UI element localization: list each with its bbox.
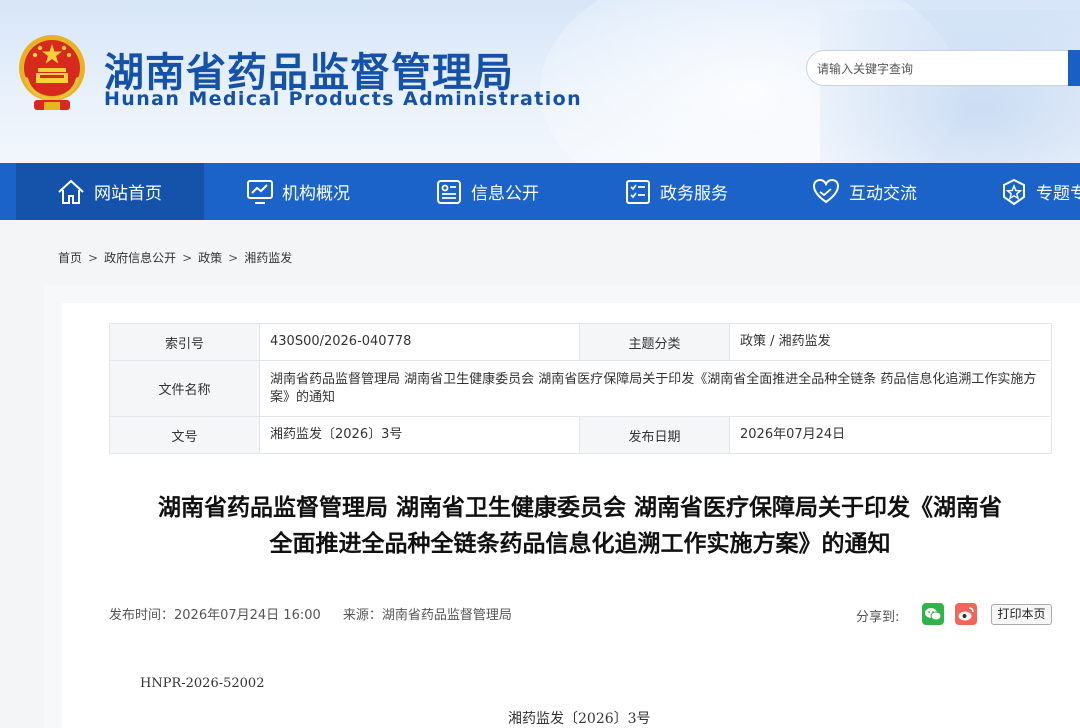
home-icon	[58, 179, 84, 204]
index-value: 430S00/2026-040778	[259, 323, 580, 361]
print-button[interactable]: 打印本页	[991, 604, 1052, 625]
national-emblem-logo	[19, 35, 85, 110]
docno-value: 湘药监发〔2026〕3号	[259, 416, 580, 454]
nav-item-label: 专题专栏	[1036, 184, 1080, 204]
breadcrumb-home[interactable]: 首页	[58, 251, 82, 265]
info-card-icon	[437, 179, 461, 204]
index-label: 索引号	[109, 323, 260, 361]
header-decoration	[820, 10, 1080, 163]
filename-value: 湖南省药品监督管理局 湖南省卫生健康委员会 湖南省医疗保障局关于印发《湖南省全面…	[259, 360, 1052, 417]
date-label: 发布日期	[579, 416, 730, 454]
search-button[interactable]	[1068, 50, 1080, 86]
nav-item-home[interactable]: 网站首页	[16, 163, 204, 220]
nav-item-interaction[interactable]: 互动交流	[811, 163, 917, 220]
nav-item-label: 网站首页	[94, 184, 162, 204]
breadcrumb: 首页 > 政府信息公开 > 政策 > 湘药监发	[58, 249, 292, 266]
topic-value: 政策 / 湘药监发	[729, 323, 1052, 361]
article-title-line: 全面推进全品种全链条药品信息化追溯工作实施方案》的通知	[269, 531, 891, 557]
table-row: 索引号 430S00/2026-040778 主题分类 政策 / 湘药监发	[109, 323, 1052, 361]
site-header: 湖南省药品监督管理局 Hunan Medical Products Admini…	[0, 0, 1080, 163]
breadcrumb-current[interactable]: 湘药监发	[244, 251, 292, 265]
search-box	[806, 50, 1080, 86]
article-title-line: 湖南省药品监督管理局 湖南省卫生健康委员会 湖南省医疗保障局关于印发《湖南省	[157, 495, 1002, 521]
main-nav: 网站首页 机构概况 信息公开 政务服务 互动交流 专题专	[0, 163, 1080, 220]
nav-item-services[interactable]: 政务服务	[624, 163, 728, 220]
site-subtitle: Hunan Medical Products Administration	[104, 88, 582, 110]
nav-item-info[interactable]: 信息公开	[435, 163, 539, 220]
breadcrumb-gov-info[interactable]: 政府信息公开	[104, 251, 176, 265]
date-value: 2026年07月24日	[729, 416, 1052, 454]
weibo-share-button[interactable]	[955, 603, 977, 625]
table-row: 文件名称 湖南省药品监督管理局 湖南省卫生健康委员会 湖南省医疗保障局关于印发《…	[109, 360, 1052, 417]
heart-hands-icon	[812, 178, 840, 203]
share-label: 分享到:	[856, 610, 900, 625]
topic-label: 主题分类	[579, 323, 730, 361]
weibo-icon	[958, 607, 974, 621]
star-badge-icon	[1003, 178, 1025, 205]
monitor-chart-icon	[247, 179, 273, 204]
wechat-share-button[interactable]	[922, 603, 944, 625]
filename-label: 文件名称	[109, 360, 260, 417]
search-input[interactable]	[817, 58, 1072, 80]
nav-item-label: 机构概况	[282, 184, 350, 204]
document-meta-table: 索引号 430S00/2026-040778 主题分类 政策 / 湘药监发 文件…	[109, 323, 1052, 454]
document-code: HNPR-2026-52002	[140, 676, 265, 691]
page: 湖南省药品监督管理局 Hunan Medical Products Admini…	[0, 0, 1080, 728]
checklist-icon	[626, 179, 650, 204]
breadcrumb-separator: >	[182, 251, 193, 265]
nav-item-about[interactable]: 机构概况	[246, 163, 350, 220]
publish-time: 发布时间：2026年07月24日 16:00	[109, 608, 321, 623]
nav-item-label: 互动交流	[849, 184, 917, 204]
docno-label: 文号	[109, 416, 260, 454]
nav-item-label: 信息公开	[471, 184, 539, 204]
breadcrumb-separator: >	[88, 251, 99, 265]
document-number: 湘药监发〔2026〕3号	[508, 711, 651, 727]
article-title: 湖南省药品监督管理局 湖南省卫生健康委员会 湖南省医疗保障局关于印发《湖南省 全…	[90, 490, 1070, 562]
nav-item-label: 政务服务	[660, 184, 728, 204]
table-row: 文号 湘药监发〔2026〕3号 发布日期 2026年07月24日	[109, 416, 1052, 454]
wechat-icon	[925, 608, 942, 621]
article-source: 来源：湖南省药品监督管理局	[342, 608, 512, 623]
publish-info: 发布时间：2026年07月24日 16:00 来源：湖南省药品监督管理局	[109, 604, 512, 623]
breadcrumb-policy[interactable]: 政策	[198, 251, 222, 265]
breadcrumb-separator: >	[228, 251, 239, 265]
nav-item-topics[interactable]: 专题专栏	[1000, 163, 1080, 220]
